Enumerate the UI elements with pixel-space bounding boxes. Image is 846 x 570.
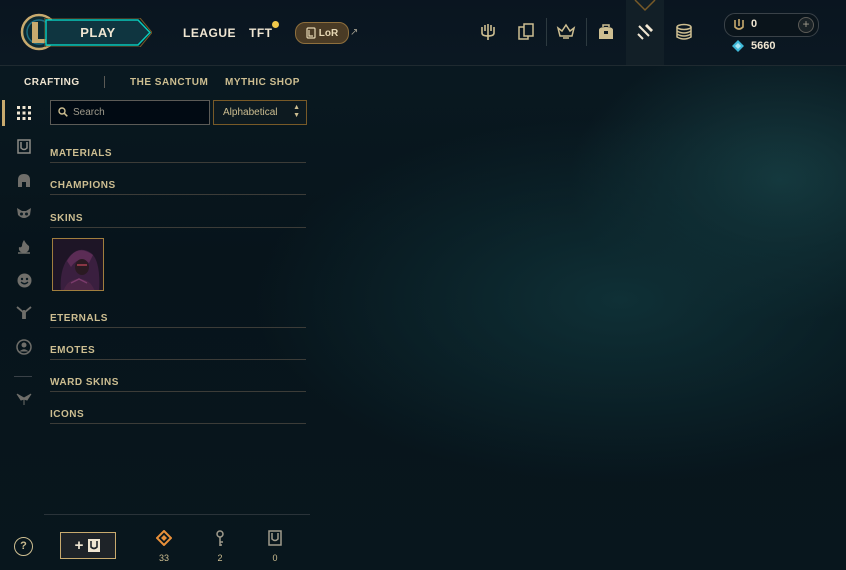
key-icon xyxy=(216,530,224,546)
backpack-icon[interactable] xyxy=(596,22,616,42)
skin-shard-tile[interactable] xyxy=(52,238,104,291)
nav-league[interactable]: LEAGUE xyxy=(183,26,236,40)
chest-icon xyxy=(88,539,101,552)
rp-wallet: 0 + xyxy=(724,13,819,37)
search-box[interactable] xyxy=(50,100,210,125)
eternals-icon[interactable] xyxy=(13,302,35,324)
tft-icon[interactable] xyxy=(13,388,35,410)
nav-tft[interactable]: TFT xyxy=(249,26,273,40)
external-link-icon: ↗ xyxy=(350,27,359,38)
key-count: 2 xyxy=(217,553,223,563)
skin-portrait-image xyxy=(53,239,103,290)
add-chest-button[interactable]: + xyxy=(60,532,116,559)
blue-essence-icon xyxy=(732,40,744,52)
add-label: + xyxy=(74,537,84,554)
section-label: WARD SKINS xyxy=(50,377,119,388)
emote-face-icon[interactable] xyxy=(13,269,35,291)
play-button-label: PLAY xyxy=(80,25,116,40)
section-label: CHAMPIONS xyxy=(50,180,116,191)
rail-divider xyxy=(14,376,32,377)
dropdown-arrows-icon: ▲ ▼ xyxy=(293,104,300,119)
coins-stack-icon[interactable] xyxy=(674,22,694,42)
skin-mask-icon[interactable] xyxy=(13,202,35,224)
subnav-divider xyxy=(104,76,105,88)
section-eternals[interactable]: ETERNALS xyxy=(50,311,306,328)
search-input[interactable] xyxy=(73,104,203,120)
buy-rp-button[interactable]: + xyxy=(798,17,814,33)
lor-button[interactable]: LoR xyxy=(295,22,349,44)
sort-dropdown[interactable]: Alphabetical ▲ ▼ xyxy=(213,100,307,125)
key-counter[interactable]: 2 xyxy=(205,528,235,566)
grid-icon[interactable] xyxy=(13,102,35,124)
bottom-divider xyxy=(44,514,310,515)
blue-essence-value: 5660 xyxy=(751,40,776,52)
active-tab-caret-icon xyxy=(634,0,656,12)
section-ward-skins[interactable]: WARD SKINS xyxy=(50,375,306,392)
section-materials[interactable]: MATERIALS xyxy=(50,146,306,163)
topbar-divider xyxy=(586,18,587,46)
section-skins[interactable]: SKINS xyxy=(50,211,306,228)
ward-flame-icon[interactable] xyxy=(13,235,35,257)
chest-counter[interactable]: 0 xyxy=(260,528,290,566)
section-icons[interactable]: ICONS xyxy=(50,407,306,424)
play-button[interactable]: PLAY xyxy=(44,18,152,47)
chest-icon xyxy=(268,530,282,546)
section-emotes[interactable]: EMOTES xyxy=(50,343,306,360)
orange-essence-counter[interactable]: 33 xyxy=(149,528,179,566)
notification-dot xyxy=(272,21,279,28)
section-label: MATERIALS xyxy=(50,148,113,159)
cards-icon[interactable] xyxy=(516,22,536,42)
sort-dropdown-value: Alphabetical xyxy=(223,107,278,118)
search-icon xyxy=(58,107,68,117)
section-label: SKINS xyxy=(50,213,84,224)
profile-icon-icon[interactable] xyxy=(13,336,35,358)
tab-the-sanctum[interactable]: THE SANCTUM xyxy=(130,77,208,88)
tab-crafting[interactable]: CRAFTING xyxy=(24,77,80,88)
topbar-divider xyxy=(546,18,547,46)
section-label: ICONS xyxy=(50,409,85,420)
ranked-icon[interactable] xyxy=(556,22,576,42)
trident-icon[interactable] xyxy=(478,22,498,42)
help-button[interactable]: ? xyxy=(14,537,33,556)
riot-points-icon xyxy=(734,19,744,30)
lor-icon xyxy=(306,27,316,39)
orange-essence-count: 33 xyxy=(158,553,169,563)
section-champions[interactable]: CHAMPIONS xyxy=(50,178,306,195)
champion-helmet-icon[interactable] xyxy=(13,169,35,191)
lor-label: LoR xyxy=(318,27,339,39)
top-navigation-bar: PLAY LEAGUE TFT LoR ↗ 0 + 5660 xyxy=(0,0,846,66)
rail-active-indicator xyxy=(2,100,5,126)
orange-essence-icon xyxy=(156,530,172,546)
section-label: ETERNALS xyxy=(50,313,108,324)
rp-value: 0 xyxy=(751,18,758,30)
chest-count: 0 xyxy=(272,553,278,563)
tab-mythic-shop[interactable]: MYTHIC SHOP xyxy=(225,77,300,88)
crafting-hammer-icon[interactable] xyxy=(635,22,655,42)
chest-icon[interactable] xyxy=(13,135,35,157)
section-label: EMOTES xyxy=(50,345,96,356)
